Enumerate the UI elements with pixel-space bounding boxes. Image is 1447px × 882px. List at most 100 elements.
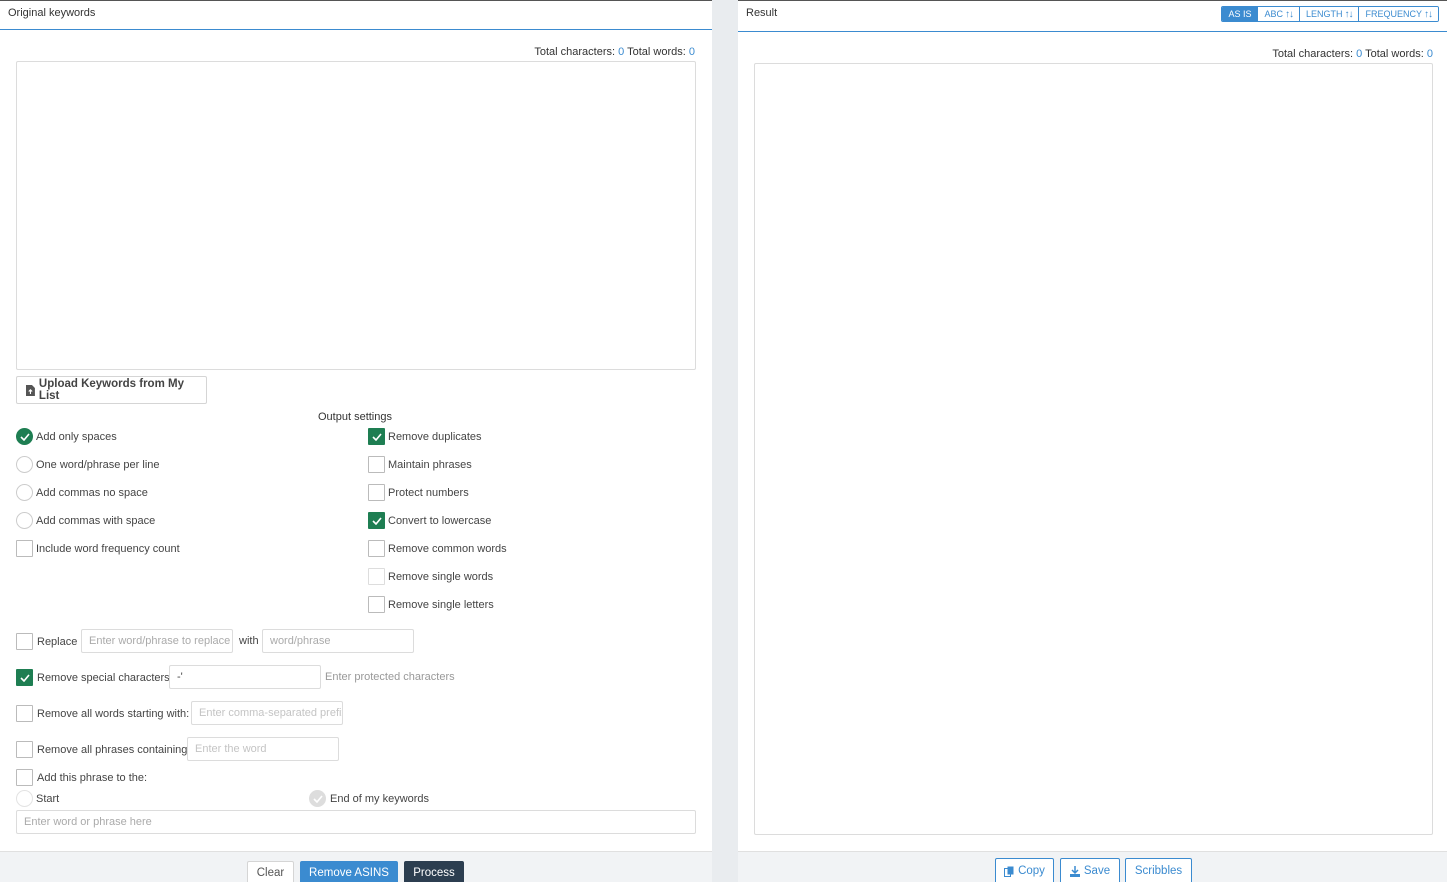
left-counts: Total characters: 0 Total words: 0 xyxy=(534,46,695,58)
chars-count: 0 xyxy=(618,46,625,58)
radio-label: Add commas no space xyxy=(36,486,148,499)
checkbox-unchecked-icon[interactable] xyxy=(16,705,33,722)
checkbox-label: Include word frequency count xyxy=(36,542,180,555)
checkbox-unchecked-icon[interactable] xyxy=(368,568,385,585)
original-keywords-panel: Original keywords Total characters: 0 To… xyxy=(0,0,712,882)
checkbox-remove-special[interactable]: Remove special characters: xyxy=(16,669,173,686)
radio-unchecked-icon[interactable] xyxy=(16,512,33,529)
sort-toggle-group: AS IS ABC ↑↓ LENGTH ↑↓ FREQUENCY ↑↓ xyxy=(1221,6,1439,22)
containing-input[interactable]: Enter the word xyxy=(187,737,339,761)
radio-phrase-end[interactable]: End of my keywords xyxy=(309,790,429,807)
replace-input[interactable]: Enter word/phrase to replace xyxy=(81,629,233,653)
prefixes-input[interactable]: Enter comma-separated prefixes xyxy=(191,701,343,725)
right-counts: Total characters: 0 Total words: 0 xyxy=(1272,48,1433,60)
clear-button[interactable]: Clear xyxy=(247,861,294,882)
upload-keywords-button[interactable]: Upload Keywords from My List xyxy=(16,376,207,404)
result-panel: Result AS IS ABC ↑↓ LENGTH ↑↓ FREQUENCY … xyxy=(738,0,1447,882)
copy-button[interactable]: Copy xyxy=(995,858,1054,882)
radio-commas-no-space[interactable]: Add commas no space xyxy=(16,484,148,501)
radio-label: Start xyxy=(36,792,60,805)
checkbox-checked-icon[interactable] xyxy=(16,669,33,686)
copy-label: Copy xyxy=(1018,865,1045,877)
checkbox-convert-lowercase[interactable]: Convert to lowercase xyxy=(368,512,491,529)
checkbox-remove-common-words[interactable]: Remove common words xyxy=(368,540,507,557)
special-chars-input[interactable]: -' xyxy=(169,665,321,689)
left-footer: Clear Remove ASINS Process xyxy=(0,851,712,882)
checkbox-unchecked-icon[interactable] xyxy=(16,741,33,758)
right-footer: Copy Save Scribbles xyxy=(738,851,1447,882)
radio-unchecked-icon[interactable] xyxy=(16,790,33,807)
words-count: 0 xyxy=(1426,48,1433,60)
file-upload-icon xyxy=(26,384,35,396)
radio-label: Add only spaces xyxy=(36,430,117,443)
remove-asins-button[interactable]: Remove ASINS xyxy=(300,861,398,882)
checkbox-unchecked-icon[interactable] xyxy=(16,540,33,557)
save-button[interactable]: Save xyxy=(1060,858,1120,882)
checkbox-words-starting[interactable]: Remove all words starting with: xyxy=(16,705,189,722)
checkbox-remove-single-letters[interactable]: Remove single letters xyxy=(368,596,494,613)
protected-chars-hint: Enter protected characters xyxy=(325,671,455,683)
save-label: Save xyxy=(1083,865,1111,877)
right-panel-title: Result xyxy=(746,7,778,19)
words-label: Total words: xyxy=(627,46,686,58)
words-count: 0 xyxy=(688,46,695,58)
with-label: with xyxy=(239,635,259,647)
left-panel-header: Original keywords xyxy=(0,1,712,30)
radio-unchecked-icon[interactable] xyxy=(16,456,33,473)
checkbox-checked-icon[interactable] xyxy=(368,428,385,445)
checkbox-unchecked-icon[interactable] xyxy=(368,484,385,501)
copy-icon xyxy=(1004,866,1014,877)
right-panel-header: Result AS IS ABC ↑↓ LENGTH ↑↓ FREQUENCY … xyxy=(738,1,1447,32)
upload-keywords-label: Upload Keywords from My List xyxy=(38,378,184,402)
phrase-input[interactable]: Enter word or phrase here xyxy=(16,810,696,834)
chars-label: Total characters: xyxy=(534,46,616,58)
radio-checked-icon[interactable] xyxy=(309,790,326,807)
checkbox-maintain-phrases[interactable]: Maintain phrases xyxy=(368,456,472,473)
checkbox-label: Replace xyxy=(37,635,78,648)
sort-label: FREQUENCY xyxy=(1365,9,1422,19)
result-output[interactable] xyxy=(754,63,1433,835)
download-icon xyxy=(1069,865,1080,877)
sort-arrows-icon: ↑↓ xyxy=(1424,8,1433,20)
radio-checked-icon[interactable] xyxy=(16,428,33,445)
checkbox-add-phrase[interactable]: Add this phrase to the: xyxy=(16,769,147,786)
process-button[interactable]: Process xyxy=(404,861,464,882)
output-settings-title: Output settings xyxy=(318,411,392,423)
checkbox-phrases-containing[interactable]: Remove all phrases containing: xyxy=(16,741,190,758)
checkbox-unchecked-icon[interactable] xyxy=(368,456,385,473)
radio-label: One word/phrase per line xyxy=(36,458,160,471)
checkbox-remove-single-words[interactable]: Remove single words xyxy=(368,568,493,585)
checkbox-replace[interactable]: Replace xyxy=(16,633,77,650)
keywords-input[interactable] xyxy=(16,61,696,370)
checkbox-unchecked-icon[interactable] xyxy=(16,633,33,650)
sort-length-button[interactable]: LENGTH ↑↓ xyxy=(1298,7,1359,21)
checkbox-label: Convert to lowercase xyxy=(388,514,492,527)
replace-with-input[interactable]: word/phrase xyxy=(262,629,414,653)
checkbox-checked-icon[interactable] xyxy=(368,512,385,529)
checkbox-label: Remove all words starting with: xyxy=(37,707,190,720)
checkbox-unchecked-icon[interactable] xyxy=(368,540,385,557)
radio-commas-with-space[interactable]: Add commas with space xyxy=(16,512,155,529)
chars-count: 0 xyxy=(1356,48,1363,60)
radio-one-per-line[interactable]: One word/phrase per line xyxy=(16,456,160,473)
checkbox-label: Maintain phrases xyxy=(388,458,472,471)
sort-frequency-button[interactable]: FREQUENCY ↑↓ xyxy=(1358,7,1438,21)
panel-divider[interactable] xyxy=(712,0,738,882)
scribbles-button[interactable]: Scribbles xyxy=(1125,858,1192,882)
checkbox-label: Remove all phrases containing: xyxy=(37,743,191,756)
checkbox-protect-numbers[interactable]: Protect numbers xyxy=(368,484,469,501)
radio-phrase-start[interactable]: Start xyxy=(16,790,59,807)
checkbox-remove-duplicates[interactable]: Remove duplicates xyxy=(368,428,482,445)
checkbox-label: Add this phrase to the: xyxy=(37,771,148,784)
checkbox-unchecked-icon[interactable] xyxy=(16,769,33,786)
checkbox-unchecked-icon[interactable] xyxy=(368,596,385,613)
radio-unchecked-icon[interactable] xyxy=(16,484,33,501)
checkbox-word-frequency[interactable]: Include word frequency count xyxy=(16,540,180,557)
sort-as-is-button[interactable]: AS IS xyxy=(1222,7,1258,21)
chars-label: Total characters: xyxy=(1272,48,1354,60)
radio-add-only-spaces[interactable]: Add only spaces xyxy=(16,428,117,445)
checkbox-label: Remove special characters: xyxy=(37,671,173,684)
checkbox-label: Remove single words xyxy=(388,570,494,583)
sort-abc-button[interactable]: ABC ↑↓ xyxy=(1257,7,1299,21)
sort-arrows-icon: ↑↓ xyxy=(1284,8,1294,20)
